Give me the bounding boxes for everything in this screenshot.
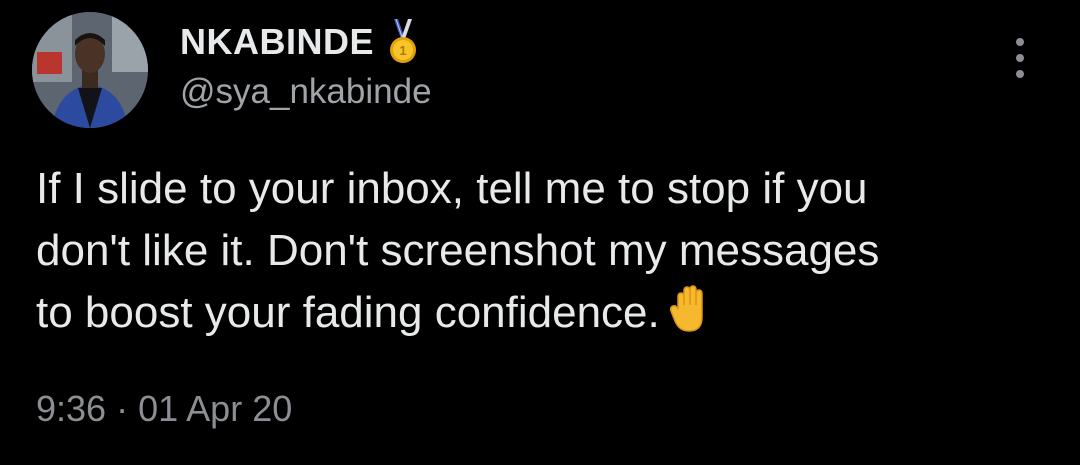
raised-hand-icon [669,285,703,332]
more-dot [1016,54,1024,62]
tweet-text-segment: to boost your fading confidence. [36,288,660,337]
meta-separator: · [116,388,129,429]
author-block: NKABINDE 1 @sya_nkabinde [180,19,432,112]
more-dot [1016,70,1024,78]
display-name[interactable]: NKABINDE [180,21,374,63]
avatar-image [32,12,148,128]
avatar[interactable] [32,12,148,128]
user-handle[interactable]: @sya_nkabinde [180,72,432,112]
tweet-date: 01 Apr 20 [138,388,293,429]
tweet-text-line: don't like it. Don't screenshot my messa… [36,226,880,275]
gold-medal-icon: 1 [390,19,417,63]
name-row: NKABINDE 1 [180,19,432,64]
tweet-text-line: If I slide to your inbox, tell me to sto… [36,164,868,213]
more-dot [1016,38,1024,46]
tweet-text-line: to boost your fading confidence. [36,282,1056,344]
svg-text:1: 1 [399,43,406,58]
tweet-text: If I slide to your inbox, tell me to sto… [36,158,1056,344]
tweet-card: NKABINDE 1 @sya_nkabinde If I slide to y… [0,0,1080,465]
more-options-button[interactable] [1010,38,1030,78]
tweet-time: 9:36 [36,388,107,429]
tweet-timestamp[interactable]: 9:36 · 01 Apr 20 [36,388,292,430]
